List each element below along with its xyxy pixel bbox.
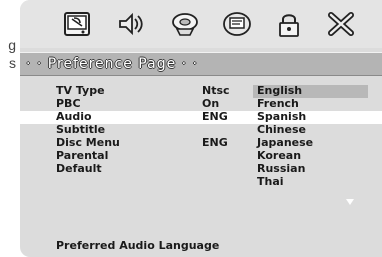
audio-setup-icon[interactable] [116, 10, 146, 38]
dropdown-option-label: English [257, 84, 303, 97]
dropdown-option-label: Spanish [257, 110, 307, 123]
menu-item-label: Audio [56, 110, 92, 123]
page-header: · · Preference Page · · [20, 52, 382, 76]
dropdown-option-label: French [257, 97, 299, 110]
menu-item-value: ENG [202, 136, 228, 149]
dropdown-option-label: Russian [257, 162, 306, 175]
menu-item-label: PBC [56, 97, 81, 110]
dropdown-option-label: Thai [257, 175, 284, 188]
menu-item-value: On [202, 97, 220, 110]
password-lock-icon[interactable] [274, 10, 304, 38]
menu-item-label: Parental [56, 149, 109, 162]
dropdown-option-label: Korean [257, 149, 302, 162]
dropdown-option-label: Chinese [257, 123, 306, 136]
menu-item-label: TV Type [56, 84, 105, 97]
edge-text-fragment: g [8, 38, 16, 53]
menu-item-label: Disc Menu [56, 136, 120, 149]
setup-toolbar [20, 0, 382, 48]
menu-item-value: Ntsc [202, 84, 230, 97]
status-line: Preferred Audio Language [56, 239, 220, 252]
dropdown-option-label: Japanese [257, 136, 314, 149]
menu-item-value: ENG [202, 110, 228, 123]
general-setup-icon[interactable] [62, 10, 92, 38]
video-setup-icon[interactable] [170, 10, 200, 38]
edge-text-fragment: s [9, 56, 16, 71]
menu-item-label: Default [56, 162, 102, 175]
audio-language-dropdown[interactable]: English French Spanish Chinese Japanese … [253, 84, 368, 218]
setup-menu-screen: · · Preference Page · · TV Type Ntsc PBC… [20, 0, 382, 257]
preference-icon[interactable] [222, 10, 252, 38]
page-title: · · Preference Page · · [26, 56, 198, 72]
menu-item-label: Subtitle [56, 123, 106, 136]
dropdown-option-thai[interactable]: Thai [253, 176, 368, 189]
scroll-down-arrow-icon[interactable] [346, 199, 354, 205]
exit-icon[interactable] [326, 10, 356, 38]
